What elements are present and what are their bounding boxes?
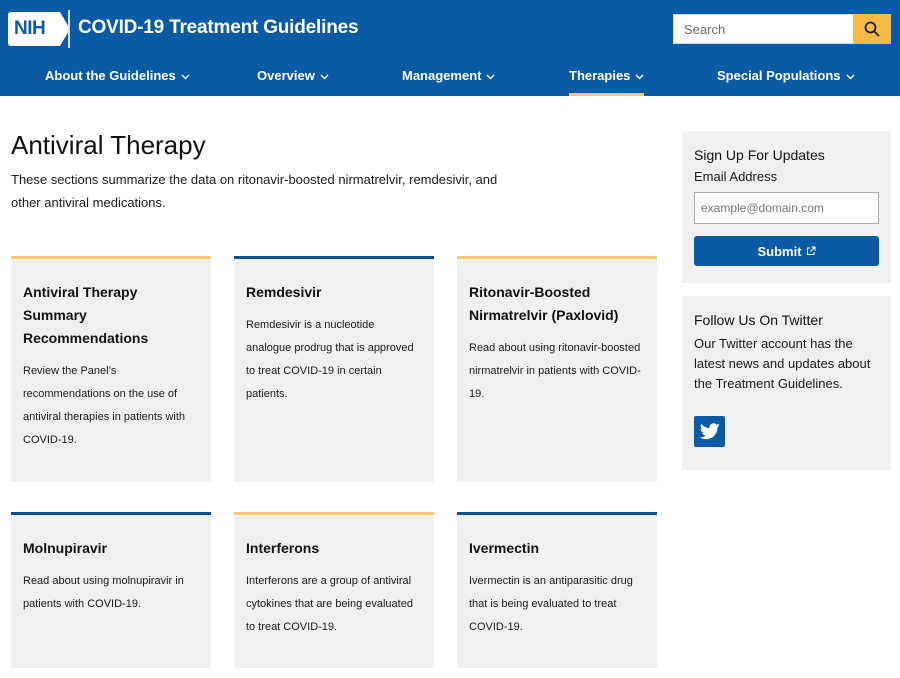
nav-item-label: About the Guidelines	[45, 68, 176, 83]
card-ivermectin[interactable]: Ivermectin Ivermectin is an antiparasiti…	[457, 512, 657, 668]
submit-label: Submit	[757, 243, 802, 259]
card-title: Remdesivir	[246, 284, 322, 300]
main-nav: About the Guidelines Overview Management…	[0, 60, 900, 96]
submit-button[interactable]: Submit	[694, 236, 879, 266]
nav-item-special-populations[interactable]: Special Populations	[717, 60, 855, 96]
chevron-down-icon	[635, 74, 644, 80]
nav-item-label: Management	[402, 68, 482, 83]
card-interferons[interactable]: Interferons Interferons are a group of a…	[234, 512, 434, 668]
magnifier-icon	[864, 21, 880, 37]
nav-item-therapies[interactable]: Therapies	[569, 60, 645, 96]
chevron-down-icon	[320, 74, 329, 80]
search-bar	[673, 14, 891, 44]
nav-item-label: Special Populations	[717, 68, 841, 83]
twitter-box: Follow Us On Twitter Our Twitter account…	[682, 296, 891, 470]
card-text: Review the Panel’s recommendations on th…	[23, 365, 186, 446]
nav-item-management[interactable]: Management	[402, 60, 495, 96]
page-title: Antiviral Therapy	[11, 130, 206, 160]
chevron-down-icon	[846, 74, 855, 80]
signup-title: Sign Up For Updates	[694, 147, 825, 163]
chevron-down-icon	[181, 74, 190, 80]
search-input[interactable]	[673, 14, 853, 44]
twitter-link[interactable]	[694, 416, 725, 447]
card-molnupiravir[interactable]: Molnupiravir Read about using molnupirav…	[11, 512, 211, 668]
search-button[interactable]	[853, 14, 891, 44]
nav-item-overview[interactable]: Overview	[257, 60, 329, 96]
card-text: Interferons are a group of antiviral cyt…	[246, 575, 413, 633]
twitter-icon	[699, 423, 720, 440]
email-field[interactable]	[694, 192, 879, 224]
card-title: Ritonavir-Boosted Nirmatrelvir (Paxlovid…	[469, 284, 619, 323]
nav-item-about-the-guidelines[interactable]: About the Guidelines	[45, 60, 190, 96]
card-paxlovid[interactable]: Ritonavir-Boosted Nirmatrelvir (Paxlovid…	[457, 256, 657, 482]
external-link-icon	[806, 246, 816, 256]
nav-item-label: Overview	[257, 68, 315, 83]
site-header: NIH COVID-19 Treatment Guidelines About …	[0, 0, 900, 96]
card-text: Read about using molnupiravir in patient…	[23, 575, 184, 610]
logo-divider	[68, 10, 70, 48]
nih-logo-text: NIH	[8, 12, 60, 46]
nav-item-label: Therapies	[569, 68, 631, 83]
card-title: Antiviral Therapy Summary Recommendation…	[23, 284, 149, 346]
email-label: Email Address	[694, 169, 778, 184]
card-title: Molnupiravir	[23, 540, 108, 556]
card-title: Ivermectin	[469, 540, 540, 556]
page-intro: These sections summarize the data on rit…	[11, 172, 498, 210]
card-text: Remdesivir is a nucleotide analogue prod…	[246, 319, 414, 400]
chevron-down-icon	[486, 74, 495, 80]
twitter-text: Our Twitter account has the latest news …	[694, 336, 871, 391]
card-text: Ivermectin is an antiparasitic drug that…	[469, 575, 633, 633]
site-title[interactable]: COVID-19 Treatment Guidelines	[78, 17, 359, 39]
card-title: Interferons	[246, 540, 320, 556]
nih-logo[interactable]: NIH	[8, 12, 70, 46]
card-remdesivir[interactable]: Remdesivir Remdesivir is a nucleotide an…	[234, 256, 434, 482]
twitter-title: Follow Us On Twitter	[694, 312, 823, 328]
card-text: Read about using ritonavir-boosted nirma…	[469, 342, 641, 400]
card-antiviral-summary[interactable]: Antiviral Therapy Summary Recommendation…	[11, 256, 211, 482]
signup-box: Sign Up For Updates Email Address Submit	[682, 131, 891, 283]
